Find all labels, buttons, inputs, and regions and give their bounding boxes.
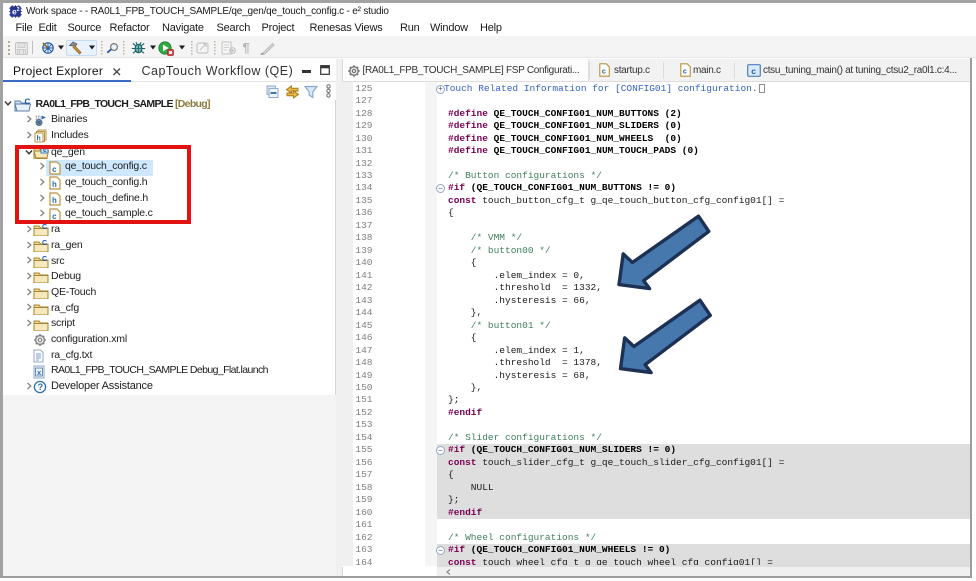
svg-text:?: ? [38,382,44,392]
svg-text:C: C [42,256,47,263]
svg-text:10: 10 [35,115,41,121]
svg-text:c: c [751,65,756,75]
svg-text:c: c [602,69,607,77]
svg-text:c: c [683,69,688,77]
svg-text:C: C [42,240,47,247]
svg-text:C: C [42,224,47,231]
svg-text:h: h [37,136,41,144]
svg-text:C: C [25,98,31,107]
